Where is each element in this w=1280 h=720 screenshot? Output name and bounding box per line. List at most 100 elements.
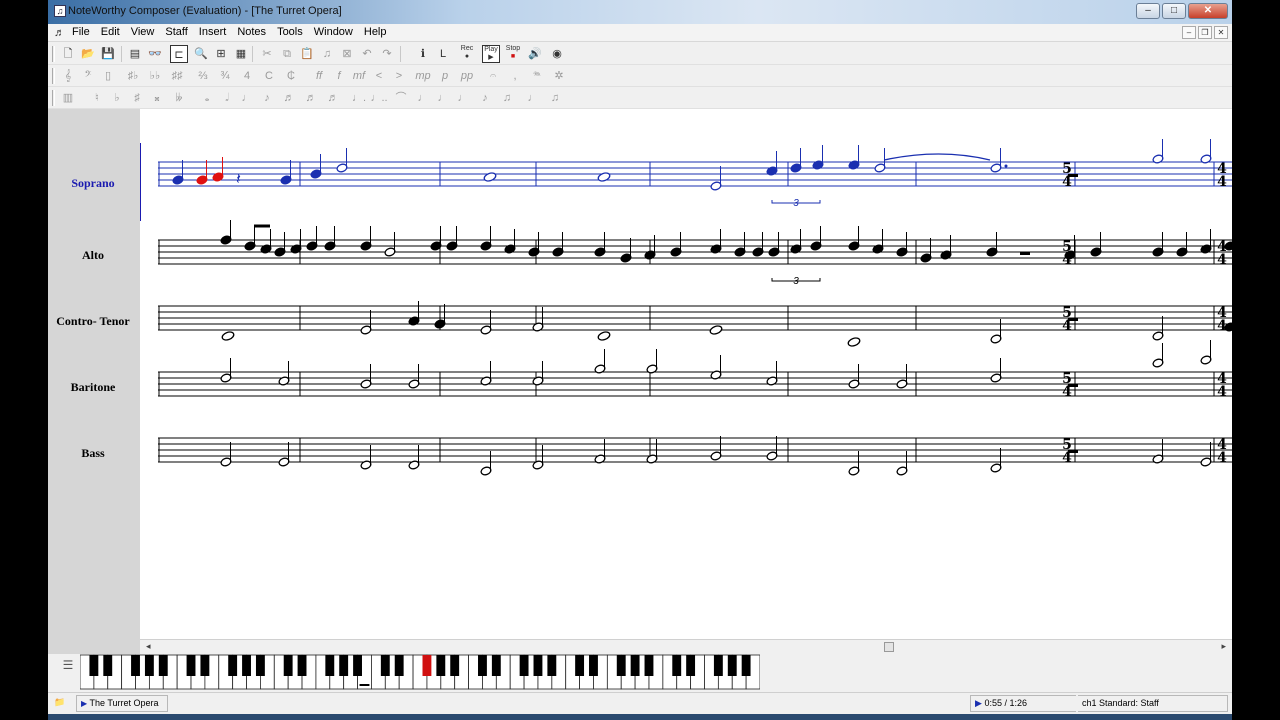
piano-black-key[interactable] [630,655,640,676]
half-note-icon[interactable]: 𝅗𝅥 [218,89,236,107]
double-dotted-icon[interactable]: ♩.. [370,89,388,107]
menu-tools[interactable]: Tools [277,26,303,38]
piano-black-key[interactable] [200,655,210,676]
piano-black-key[interactable] [325,655,335,676]
new-file-icon[interactable]: 🗋 [59,45,77,63]
keyboard-settings-icon[interactable]: ☰ [58,658,78,676]
paste-icon[interactable]: 📋 [298,45,316,63]
menu-insert[interactable]: Insert [199,26,227,38]
key-signature-icon[interactable]: ♯♭ [124,67,142,85]
menu-edit[interactable]: Edit [101,26,120,38]
piano-key-marker[interactable] [359,684,370,686]
key-sharps-icon[interactable]: ♯♯ [168,67,186,85]
triplet-icon[interactable]: ♫ [498,89,516,107]
quarter-note-icon[interactable]: ♩ [238,89,256,107]
grid-icon[interactable]: ▦ [232,45,250,63]
special-icon[interactable]: ✲ [550,67,568,85]
view-glasses-icon[interactable]: 👓 [146,45,164,63]
piano-black-key[interactable] [283,655,293,676]
accent-icon[interactable]: ♩ [434,89,452,107]
decrescendo-icon[interactable]: > [390,67,408,85]
piano-black-key[interactable] [242,655,251,676]
dynamic-mp-icon[interactable]: mp [414,67,432,85]
time-34-icon[interactable]: ¾ [216,67,234,85]
minimize-button[interactable]: – [1136,3,1160,19]
eighth-note-icon[interactable]: ♪ [258,89,276,107]
note-entry-icon[interactable]: ▥ [59,89,77,107]
folder-icon[interactable]: 📁 [54,695,66,712]
app-icon[interactable]: ♫ [54,5,66,17]
piano-keyboard[interactable] [80,654,760,690]
piano-black-key[interactable] [131,655,140,676]
insert-note-icon[interactable]: ♫ [318,45,336,63]
piano-black-key[interactable] [686,655,696,676]
piano-black-key[interactable] [672,655,682,676]
staff-name-soprano[interactable]: Soprano [50,176,136,191]
menu-view[interactable]: View [131,26,155,38]
breath-mark-icon[interactable]: , [506,67,524,85]
score-svg[interactable]: 54445444544454445444𝄽33 [136,109,1232,639]
piano-black-key[interactable] [186,655,196,676]
piano-black-key[interactable] [547,655,557,676]
scroll-left-arrow[interactable]: ◂ [146,641,151,652]
mdi-close-button[interactable]: ✕ [1214,26,1228,39]
maximize-button[interactable]: □ [1162,3,1186,19]
scroll-thumb[interactable] [884,642,894,652]
close-button[interactable]: ✕ [1188,3,1228,19]
menu-notes[interactable]: Notes [237,26,266,38]
horizontal-scrollbar[interactable]: ◂ ▸ [140,639,1232,654]
piano-black-key-active[interactable] [422,655,432,676]
piano-black-key[interactable] [228,655,238,676]
copy-icon[interactable]: ⧉ [278,45,296,63]
piano-black-key[interactable] [491,655,501,676]
staff-name-bass[interactable]: Bass [50,446,136,461]
menu-file[interactable]: File [72,26,90,38]
piano-black-key[interactable] [450,655,460,676]
piano-black-key[interactable] [713,655,723,676]
cut-icon[interactable]: ✂ [258,45,276,63]
crescendo-icon[interactable]: < [370,67,388,85]
staff-name-contro-tenor[interactable]: Contro- Tenor [50,314,136,329]
bass-clef-icon[interactable]: 𝄢 [79,67,97,85]
info-icon[interactable]: ℹ [414,45,432,63]
double-flat-icon[interactable]: 𝄫 [170,89,188,107]
dynamic-mf-icon[interactable]: mf [350,67,368,85]
whole-note-icon[interactable]: 𝅝 [198,89,216,107]
save-icon[interactable]: 💾 [99,45,117,63]
piano-black-key[interactable] [436,655,446,676]
page-setup-icon[interactable]: ▤ [126,45,144,63]
key-flats-icon[interactable]: ♭♭ [146,67,164,85]
beam-icon[interactable]: ♫ [546,89,564,107]
piano-black-key[interactable] [255,655,265,676]
record-button[interactable]: Rec ● [458,45,476,63]
mdi-restore-button[interactable]: ❐ [1198,26,1212,39]
midi-icon[interactable]: ◉ [548,45,566,63]
dynamic-f-icon[interactable]: f [330,67,348,85]
speaker-icon[interactable]: 🔊 [526,45,544,63]
piano-black-key[interactable] [533,655,543,676]
scroll-right-arrow[interactable]: ▸ [1221,641,1226,652]
piano-black-key[interactable] [575,655,585,676]
pedal-icon[interactable]: 𝆮 [528,67,546,85]
piano-black-key[interactable] [158,655,168,676]
lyrics-icon[interactable]: ⊞ [212,45,230,63]
piano-black-key[interactable] [589,655,598,676]
staccato-icon[interactable]: ♩ [414,89,432,107]
fermata-icon[interactable]: 𝄐 [484,67,502,85]
open-folder-icon[interactable]: 📂 [79,45,97,63]
cut-time-icon[interactable]: ₵ [282,67,300,85]
dynamic-p-icon[interactable]: p [436,67,454,85]
piano-black-key[interactable] [519,655,529,676]
zoom-icon[interactable]: 🔍 [192,45,210,63]
play-button[interactable]: Play ▶ [482,45,500,63]
delete-icon[interactable]: ⊠ [338,45,356,63]
document-icon[interactable]: ♬ [54,27,66,39]
slur-icon[interactable]: ♩ [524,89,542,107]
staff-name-alto[interactable]: Alto [50,248,136,263]
piano-black-key[interactable] [144,655,154,676]
flat-icon[interactable]: ♭ [108,89,126,107]
piano-black-key[interactable] [741,655,751,676]
piano-black-key[interactable] [727,655,737,676]
piano-black-key[interactable] [394,655,404,676]
staff-name-baritone[interactable]: Baritone [50,380,136,395]
